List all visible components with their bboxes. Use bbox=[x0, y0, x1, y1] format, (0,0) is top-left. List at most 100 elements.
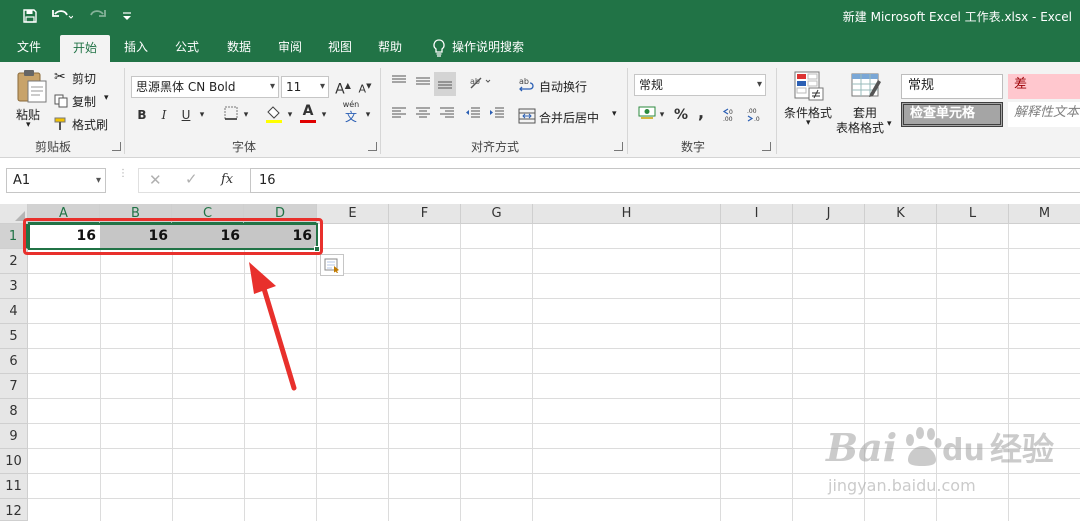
italic-button[interactable]: I bbox=[156, 106, 172, 126]
number-launcher-icon[interactable] bbox=[762, 142, 771, 151]
column-header-k[interactable]: K bbox=[865, 204, 937, 224]
svg-text:0: 0 bbox=[729, 109, 733, 116]
annotation-highlight-box bbox=[23, 218, 323, 255]
column-header-i[interactable]: I bbox=[721, 204, 793, 224]
tab-file[interactable]: 文件 bbox=[6, 32, 52, 62]
undo-icon[interactable] bbox=[48, 4, 76, 28]
accounting-dropdown-icon[interactable]: ▾ bbox=[656, 106, 668, 126]
tab-help[interactable]: 帮助 bbox=[368, 32, 412, 62]
cancel-icon[interactable]: ✕ bbox=[149, 171, 162, 189]
format-painter-button[interactable]: 格式刷 bbox=[54, 114, 120, 134]
increase-decimal-button[interactable]: 0.00 bbox=[720, 106, 742, 126]
formula-bar-grip[interactable]: ⋮ bbox=[118, 169, 128, 191]
merge-dropdown-icon[interactable]: ▾ bbox=[612, 109, 617, 119]
phonetic-button[interactable]: wén 文 bbox=[338, 100, 364, 130]
decrease-decimal-button[interactable]: .00.0 bbox=[744, 106, 766, 126]
row-header-11[interactable]: 11 bbox=[0, 474, 28, 499]
separator bbox=[380, 68, 381, 154]
borders-button[interactable] bbox=[222, 106, 240, 126]
font-name-combo[interactable]: 思源黑体 CN Bold ▾ bbox=[131, 76, 279, 98]
row-header-9[interactable]: 9 bbox=[0, 424, 28, 449]
enter-check-icon[interactable]: ✓ bbox=[185, 170, 198, 188]
row-header-6[interactable]: 6 bbox=[0, 349, 28, 374]
format-as-table-dropdown-icon[interactable]: ▾ bbox=[887, 119, 892, 129]
align-middle-button[interactable] bbox=[414, 74, 432, 94]
font-size-combo[interactable]: 11 ▾ bbox=[281, 76, 329, 98]
lightbulb-icon[interactable] bbox=[426, 32, 452, 62]
conditional-formatting-dropdown-icon[interactable]: ▾ bbox=[806, 118, 811, 128]
tab-review[interactable]: 审阅 bbox=[268, 32, 312, 62]
percent-button[interactable]: % bbox=[672, 106, 690, 126]
gridline bbox=[28, 373, 1080, 374]
align-top-button[interactable] bbox=[390, 74, 408, 94]
format-as-table-button[interactable]: 套用 表格格式 ▾ bbox=[836, 68, 896, 138]
borders-dropdown-icon[interactable]: ▾ bbox=[240, 106, 252, 126]
paste-dropdown-icon[interactable]: ▾ bbox=[26, 120, 31, 130]
tab-formulas[interactable]: 公式 bbox=[164, 32, 210, 62]
accounting-format-button[interactable] bbox=[636, 106, 658, 126]
style-explanatory[interactable]: 解释性文本 bbox=[1008, 102, 1080, 127]
column-header-j[interactable]: J bbox=[793, 204, 865, 224]
wrap-text-button[interactable]: ab 自动换行 bbox=[518, 74, 618, 96]
column-header-e[interactable]: E bbox=[317, 204, 389, 224]
align-bottom-button[interactable] bbox=[434, 72, 456, 96]
underline-button[interactable]: U bbox=[178, 106, 194, 126]
save-icon[interactable] bbox=[18, 4, 42, 28]
number-format-combo[interactable]: 常规 ▾ bbox=[634, 74, 766, 96]
merge-center-button[interactable]: 合并后居中 ▾ bbox=[518, 105, 622, 127]
font-color-button[interactable]: A bbox=[298, 104, 318, 124]
style-bad[interactable]: 差 bbox=[1008, 74, 1080, 99]
column-header-g[interactable]: G bbox=[461, 204, 533, 224]
paste-button[interactable]: 粘贴 ▾ bbox=[12, 68, 52, 130]
align-left-button[interactable] bbox=[390, 106, 408, 126]
row-header-10[interactable]: 10 bbox=[0, 449, 28, 474]
grow-font-button[interactable]: A▲ bbox=[334, 77, 352, 98]
copy-dropdown-icon[interactable]: ▾ bbox=[104, 93, 109, 103]
conditional-formatting-button[interactable]: 条件格式 ▾ bbox=[782, 68, 836, 138]
column-header-h[interactable]: H bbox=[533, 204, 721, 224]
alignment-launcher-icon[interactable] bbox=[614, 142, 623, 151]
font-name-value: 思源黑体 CN Bold bbox=[136, 80, 236, 94]
bold-button[interactable]: B bbox=[134, 106, 150, 126]
align-center-button[interactable] bbox=[414, 106, 432, 126]
row-header-3[interactable]: 3 bbox=[0, 274, 28, 299]
style-check-cell[interactable]: 检查单元格 bbox=[901, 102, 1003, 127]
tell-me-search[interactable]: 操作说明搜索 bbox=[452, 32, 538, 62]
tab-view[interactable]: 视图 bbox=[318, 32, 362, 62]
font-color-dropdown-icon[interactable]: ▾ bbox=[318, 106, 330, 126]
font-launcher-icon[interactable] bbox=[368, 142, 377, 151]
row-header-12[interactable]: 12 bbox=[0, 499, 28, 521]
column-header-f[interactable]: F bbox=[389, 204, 461, 224]
style-normal[interactable]: 常规 bbox=[901, 74, 1003, 99]
tab-insert[interactable]: 插入 bbox=[114, 32, 158, 62]
row-header-8[interactable]: 8 bbox=[0, 399, 28, 424]
underline-dropdown-icon[interactable]: ▾ bbox=[196, 106, 208, 126]
quick-analysis-button[interactable] bbox=[320, 254, 344, 276]
clipboard-group-label: 剪贴板 bbox=[34, 140, 71, 154]
fill-color-button[interactable] bbox=[264, 104, 284, 124]
increase-indent-button[interactable] bbox=[488, 106, 506, 126]
chevron-down-icon[interactable]: ▾ bbox=[96, 169, 101, 192]
comma-style-button[interactable]: , bbox=[694, 104, 708, 124]
shrink-font-button[interactable]: A▼ bbox=[356, 77, 374, 97]
cut-button[interactable]: ✂ 剪切 bbox=[54, 68, 120, 88]
row-header-4[interactable]: 4 bbox=[0, 299, 28, 324]
clipboard-launcher-icon[interactable] bbox=[112, 142, 121, 151]
row-header-5[interactable]: 5 bbox=[0, 324, 28, 349]
redo-icon[interactable] bbox=[84, 4, 112, 28]
formula-input[interactable]: 16 bbox=[250, 168, 1080, 193]
column-header-l[interactable]: L bbox=[937, 204, 1009, 224]
row-header-7[interactable]: 7 bbox=[0, 374, 28, 399]
insert-function-icon[interactable]: fx bbox=[221, 172, 233, 187]
name-box[interactable]: A1 ▾ bbox=[6, 168, 106, 193]
copy-button[interactable]: 复制 ▾ bbox=[54, 91, 120, 111]
customize-qat-icon[interactable] bbox=[118, 4, 136, 28]
align-right-button[interactable] bbox=[438, 106, 456, 126]
tab-data[interactable]: 数据 bbox=[216, 32, 262, 62]
orientation-button[interactable]: ab bbox=[466, 74, 494, 94]
fill-color-dropdown-icon[interactable]: ▾ bbox=[284, 106, 296, 126]
phonetic-dropdown-icon[interactable]: ▾ bbox=[362, 106, 374, 126]
tab-home[interactable]: 开始 bbox=[60, 35, 110, 62]
column-header-m[interactable]: M bbox=[1009, 204, 1080, 224]
decrease-indent-button[interactable] bbox=[464, 106, 482, 126]
